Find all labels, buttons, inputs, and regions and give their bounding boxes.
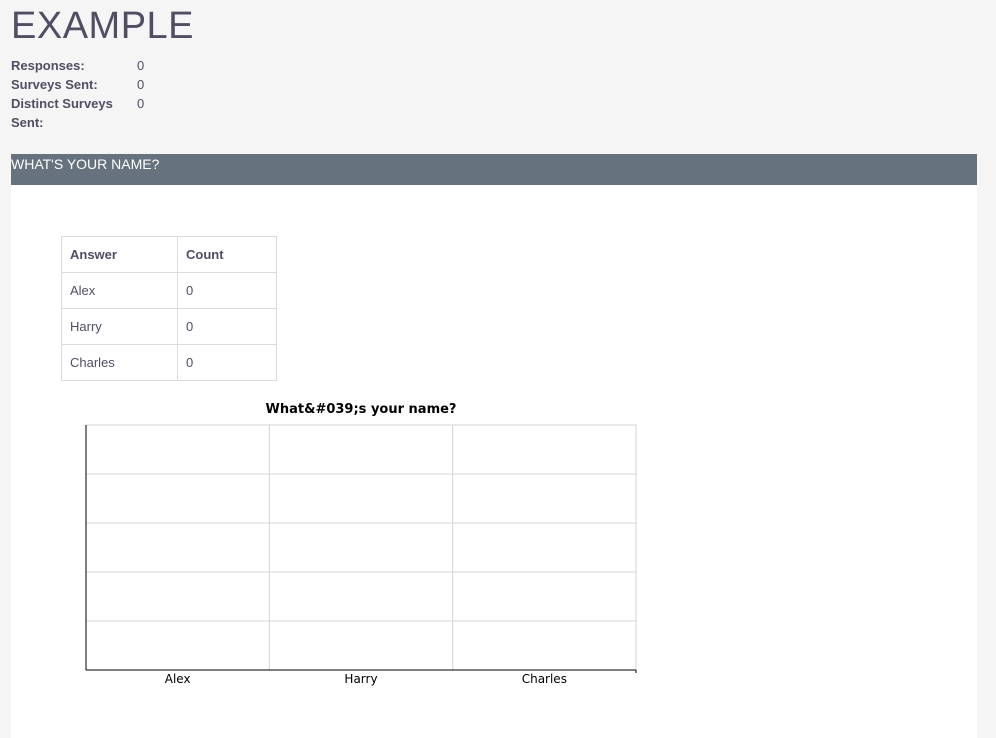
bar-chart: Alex Harry Charles [85,424,637,686]
x-tick-label: Alex [165,672,191,686]
chart-grid [85,424,637,671]
plot-area-border [85,424,637,671]
question-header: WHAT'S YOUR NAME? [11,154,977,185]
x-tick-label: Charles [522,672,567,686]
stat-surveys-sent: Surveys Sent: 0 [11,75,144,94]
x-tick-label: Harry [344,672,377,686]
chart-axes [85,425,637,673]
page-title: EXAMPLE [11,5,195,47]
chart-x-labels: Alex Harry Charles [165,672,567,686]
stat-value: 0 [137,96,145,111]
stat-label: Surveys Sent: [11,77,98,92]
stat-value: 0 [137,77,145,92]
stat-label: Distinct Surveys Sent: [11,96,113,130]
survey-stats: Responses: 0 Surveys Sent: 0 Distinct Su… [11,56,145,130]
stat-responses: Responses: 0 [11,56,144,75]
stat-value: 0 [137,58,145,73]
stat-distinct-surveys-sent: Distinct Surveys Sent: 0 [11,94,145,130]
stat-label: Responses: [11,58,85,73]
question-panel: Answer Count Alex 0 Harry 0 Charles 0 Wh… [11,185,977,738]
